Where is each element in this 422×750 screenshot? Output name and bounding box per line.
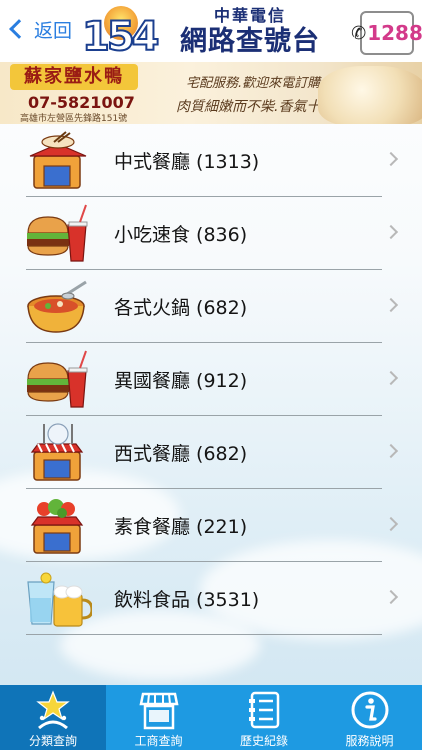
- category-label: 素食餐廳 (221): [114, 516, 248, 538]
- back-label: 返回: [34, 19, 73, 42]
- ad-address: 高雄市左營區先鋒路151號: [20, 114, 128, 124]
- tel-label: 1288: [367, 21, 422, 45]
- category-label: 中式餐廳 (1313): [114, 151, 260, 173]
- brand-title: 中華電信 網路查號台: [160, 2, 340, 58]
- header: 返回 154 中華電信 網路查號台 ✆ 1288: [0, 0, 422, 62]
- category-row-snack[interactable]: 小吃速食 (836): [0, 197, 422, 270]
- brand-logo: 154: [81, 4, 160, 61]
- logo-number: 154: [81, 13, 160, 61]
- category-row-western[interactable]: 西式餐廳 (682): [0, 416, 422, 489]
- western-restaurant-icon: [30, 423, 84, 481]
- history-list-icon: [249, 691, 280, 729]
- chevron-right-icon: [383, 589, 399, 605]
- category-row-beverage[interactable]: 飲料食品 (3531): [0, 562, 422, 635]
- back-button[interactable]: 返回: [8, 14, 72, 44]
- tab-bar: 分類查詢 工商查詢 歷史紀錄 服務說明: [0, 685, 422, 750]
- ad-phone: 07-5821007: [28, 93, 135, 112]
- roast-duck-image: [318, 66, 422, 124]
- category-row-chinese[interactable]: 中式餐廳 (1313): [0, 124, 422, 197]
- phone-icon: ✆: [351, 22, 367, 44]
- beverage-icon: [27, 572, 92, 627]
- tab-label: 工商查詢: [134, 734, 183, 748]
- tab-label: 分類查詢: [28, 734, 77, 748]
- chevron-right-icon: [383, 516, 399, 532]
- ad-line2: 肉質細嫩而不柴.香氣十足: [176, 99, 335, 115]
- chevron-left-icon: [9, 19, 29, 39]
- chevron-right-icon: [383, 224, 399, 240]
- tab-business-search[interactable]: 工商查詢: [106, 685, 211, 750]
- chevron-right-icon: [383, 370, 399, 386]
- chevron-right-icon: [383, 297, 399, 313]
- chevron-right-icon: [383, 151, 399, 167]
- tel-1288-button[interactable]: ✆ 1288: [351, 11, 422, 55]
- category-row-foreign[interactable]: 異國餐廳 (912): [0, 343, 422, 416]
- tab-history[interactable]: 歷史紀錄: [211, 685, 317, 750]
- category-label: 各式火鍋 (682): [114, 297, 248, 319]
- burger-drink-icon: [27, 204, 88, 262]
- tab-category-search[interactable]: 分類查詢: [0, 685, 106, 750]
- storefront-icon: [138, 692, 179, 730]
- ad-line1: 宅配服務.歡迎來電訂購: [186, 76, 321, 91]
- vegetarian-restaurant-icon: [30, 499, 84, 554]
- category-row-vegetarian[interactable]: 素食餐廳 (221): [0, 489, 422, 562]
- category-star-icon: [36, 690, 70, 730]
- category-row-hotpot[interactable]: 各式火鍋 (682): [0, 270, 422, 343]
- ad-shop-name: 蘇家鹽水鴨: [10, 64, 138, 90]
- brand-main: 網路查號台: [180, 26, 320, 57]
- category-label: 西式餐廳 (682): [114, 443, 248, 465]
- hotpot-icon: [27, 280, 87, 333]
- chevron-right-icon: [383, 443, 399, 459]
- chinese-restaurant-icon: [29, 131, 87, 189]
- tab-label: 歷史紀錄: [239, 734, 288, 748]
- page: 返回 154 中華電信 網路查號台 ✆ 1288 蘇家鹽水鴨 07-582100…: [0, 0, 422, 750]
- divider: [26, 634, 382, 635]
- burger-drink-icon: [27, 350, 88, 408]
- tab-service-info[interactable]: 服務說明: [317, 685, 422, 750]
- ad-banner[interactable]: 蘇家鹽水鴨 07-5821007 高雄市左營區先鋒路151號 宅配服務.歡迎來電…: [0, 62, 422, 124]
- category-label: 飲料食品 (3531): [114, 589, 260, 611]
- category-label: 異國餐廳 (912): [114, 370, 248, 392]
- info-icon: [351, 691, 388, 729]
- brand-sub: 中華電信: [213, 6, 286, 25]
- category-label: 小吃速食 (836): [114, 224, 248, 246]
- tab-label: 服務說明: [345, 734, 394, 748]
